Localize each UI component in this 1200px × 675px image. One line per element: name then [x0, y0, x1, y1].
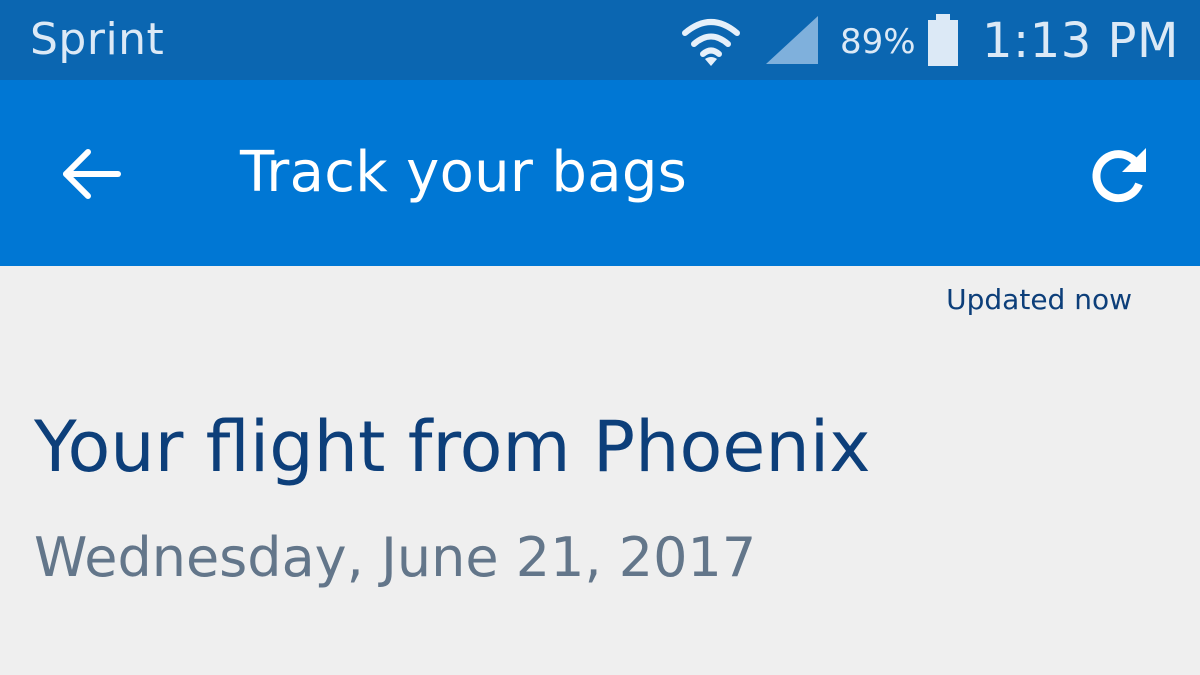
arrow-left-icon [63, 149, 121, 199]
refresh-icon [1092, 148, 1146, 203]
flight-heading: Your flight from Phoenix [34, 406, 871, 488]
wifi-icon [680, 14, 742, 70]
cellular-signal-icon [764, 14, 820, 66]
page-title: Track your bags [240, 140, 688, 205]
status-bar: Sprint 89% 1:13 PM [0, 0, 1200, 80]
battery-icon [925, 14, 961, 66]
back-button[interactable] [52, 138, 136, 214]
updated-status: Updated now [946, 283, 1132, 316]
battery-percent: 89% [840, 22, 916, 62]
app-bar: Track your bags [0, 80, 1200, 266]
status-time: 1:13 PM [982, 13, 1179, 69]
flight-date: Wednesday, June 21, 2017 [34, 526, 757, 589]
carrier-name: Sprint [30, 14, 165, 65]
refresh-button[interactable] [1080, 136, 1160, 216]
